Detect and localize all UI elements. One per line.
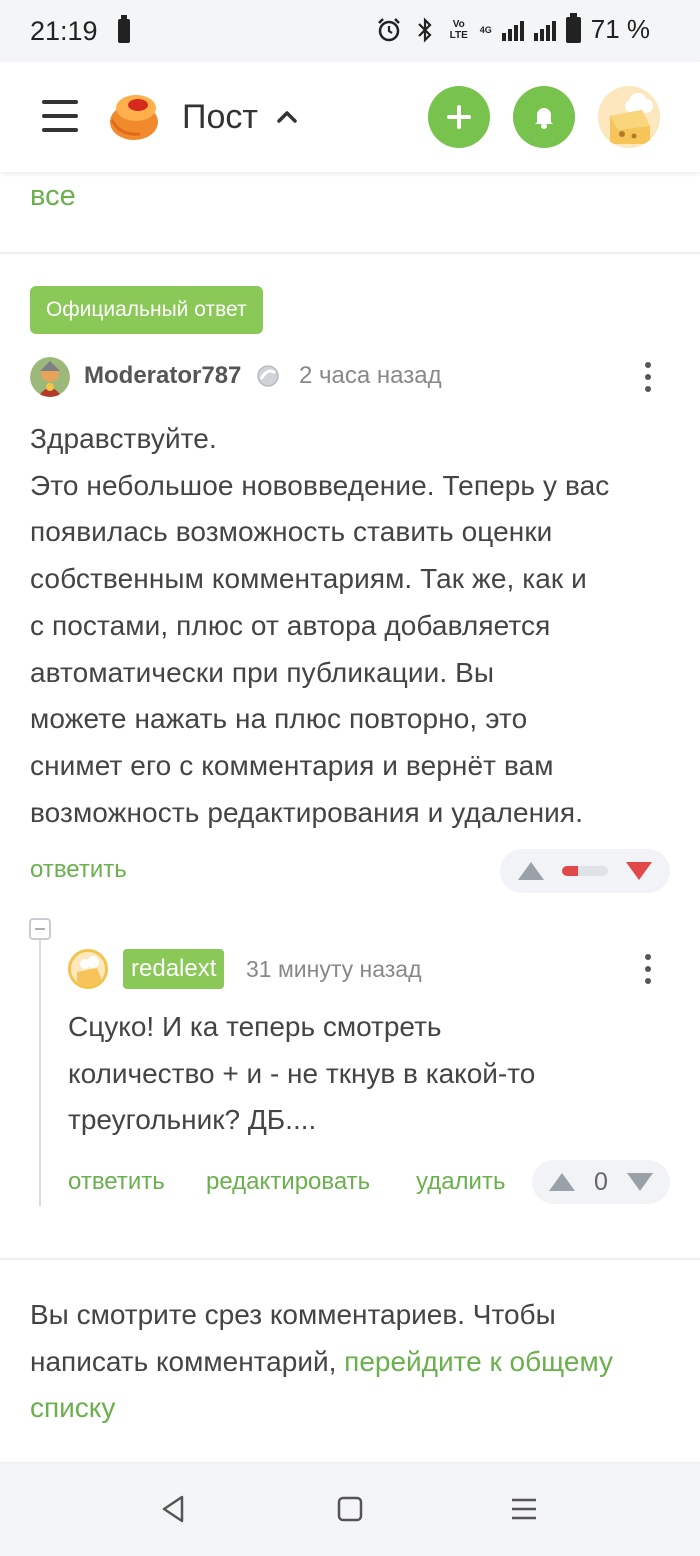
pikabu-logo[interactable] (106, 88, 162, 144)
comment-line: Здравствуйте. (30, 423, 217, 454)
menu-icon[interactable] (42, 98, 78, 134)
comment-line: автоматически при публикации. Вы (30, 656, 495, 688)
signal-icon (501, 19, 524, 41)
reply-button[interactable]: ответить (68, 1168, 165, 1196)
alarm-icon (376, 17, 402, 43)
upvote-icon[interactable] (549, 1173, 575, 1191)
comment-line: возможность редактирования и удаления. (30, 796, 584, 828)
reply-time: 31 минуту назад (246, 956, 422, 982)
plus-icon (447, 105, 471, 129)
comment-line: появилась возможность ставить оценки (30, 516, 553, 548)
home-icon[interactable] (334, 1493, 366, 1525)
reply-author-avatar[interactable] (68, 949, 108, 989)
thread-line[interactable] (39, 940, 41, 1206)
page-title[interactable]: Пост (182, 98, 258, 137)
network-type: 4G (479, 24, 492, 35)
reply-line: количество + и - не ткнув в какой-то (68, 1057, 536, 1089)
reply-button[interactable]: ответить (30, 856, 127, 884)
more-options-icon[interactable] (642, 952, 654, 986)
chevron-up-icon[interactable] (274, 104, 300, 130)
edit-button[interactable]: редактировать (206, 1168, 370, 1196)
notifications-button[interactable] (513, 86, 575, 148)
battery-saver-icon (118, 15, 130, 43)
comment-line: можете нажать на плюс повторно, это (30, 703, 528, 735)
system-nav-bar (0, 1462, 700, 1556)
avatar[interactable] (598, 86, 660, 148)
moderator-badge-icon (256, 364, 280, 388)
status-time: 21:19 (30, 16, 98, 46)
comment-score: 0 (594, 1168, 608, 1196)
collapse-thread-button[interactable] (29, 918, 51, 940)
reply-author[interactable]: redalext (123, 949, 225, 989)
signal-2-icon (533, 19, 556, 41)
comment-line: Это небольшое нововведение. Теперь у вас (30, 469, 610, 501)
comments-slice-note: Вы смотрите срез комментариев. Чтобы нап… (30, 1292, 670, 1432)
status-icons: Vo LTE 4G 71 % (376, 12, 650, 45)
downvote-icon[interactable] (626, 862, 652, 880)
official-answer-badge: Официальный ответ (30, 286, 263, 334)
downvote-icon[interactable] (627, 1173, 653, 1191)
bell-icon (535, 108, 553, 129)
add-post-button[interactable] (428, 86, 490, 148)
comment-line: с постами, плюс от автора добавляется (30, 609, 551, 641)
battery-icon (565, 12, 581, 43)
more-options-icon[interactable] (642, 360, 654, 394)
battery-percent: 71 % (590, 14, 650, 44)
recents-icon[interactable] (508, 1493, 540, 1525)
comment-text: Здравствуйте. Это небольшое нововведение… (30, 416, 690, 836)
upvote-icon[interactable] (518, 862, 544, 880)
back-icon[interactable] (158, 1493, 190, 1525)
comment-time: 2 часа назад (299, 362, 442, 389)
status-bar: 21:19 Vo LTE 4G 71 % (0, 0, 700, 62)
comment-author[interactable]: Moderator787 (84, 362, 241, 390)
reply-text: Сцуко! И ка теперь смотреть количество +… (68, 1004, 668, 1144)
rating-bar-fill (562, 866, 579, 876)
divider (0, 252, 700, 254)
rating-bar (562, 866, 608, 876)
app-bar: Пост (0, 62, 700, 172)
comment-line: собственным комментариям. Так же, как и (30, 563, 587, 595)
bluetooth-icon (412, 16, 438, 43)
comment-line: снимет его с комментария и вернёт вам (30, 749, 554, 781)
reply-line: Сцуко! И ка теперь смотреть (68, 1011, 442, 1042)
divider (0, 1258, 700, 1260)
vote-box (500, 849, 670, 893)
delete-button[interactable]: удалить (416, 1168, 505, 1196)
show-all-link[interactable]: все (30, 180, 76, 213)
volte-icon: Vo LTE (449, 18, 468, 41)
reply-line: треугольник? ДБ.... (68, 1104, 317, 1136)
vote-box: 0 (532, 1160, 670, 1204)
moderator-avatar[interactable] (30, 357, 70, 397)
